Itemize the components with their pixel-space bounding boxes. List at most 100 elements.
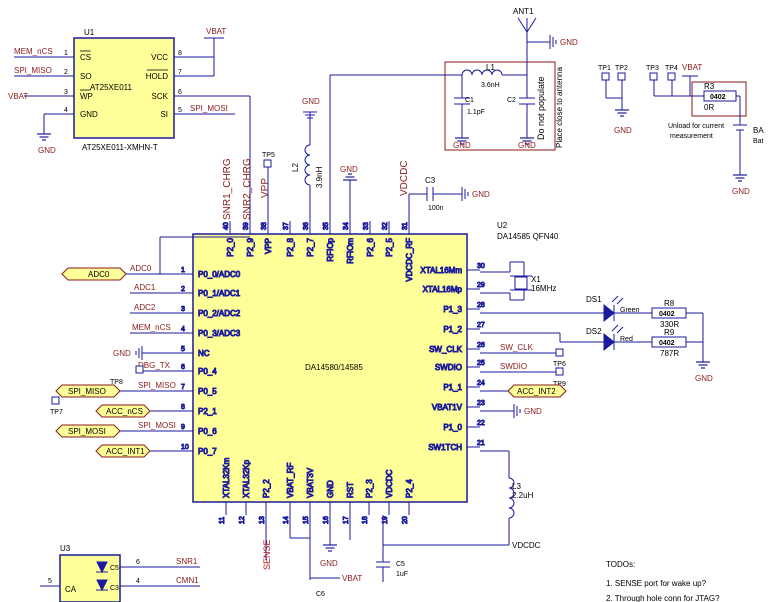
l2-ref: L2 [291, 163, 300, 172]
u2-pin-name: VDCDC_RF [405, 238, 414, 282]
u1-mem-ncs-net: MEM_nCS [14, 47, 53, 56]
u1-gnd-label: GND [38, 146, 56, 155]
u1-pin-number: 5 [178, 107, 182, 114]
u2-pin-number: 35 [323, 222, 330, 230]
u1-pin-name: GND [80, 110, 98, 119]
r8-pkg: 0402 [659, 311, 675, 318]
port-acc-ncs-label: ACC_nCS [106, 407, 143, 416]
u1-pin-name: SO [80, 72, 92, 81]
u1-pin-number: 6 [178, 89, 182, 96]
u2-pin-name: P1_2 [443, 325, 462, 334]
u2-pin-number: 6 [181, 364, 185, 371]
u2-pin-name: XTAL16Mp [423, 285, 463, 294]
u1-vbat-label: VBAT [206, 27, 226, 36]
u1-part-label: AT25XE011 [90, 83, 133, 92]
port-acc-ncs[interactable]: ACC_nCS [95, 404, 151, 418]
port-acc-int1[interactable]: ACC_INT1 [95, 444, 151, 458]
u3-designator: U3 [60, 544, 71, 553]
ds2-color: Red [620, 336, 633, 343]
u2-pin-number: 3 [181, 306, 185, 313]
u2-pin-number: 2 [181, 286, 185, 293]
u2-pin-number: 26 [477, 342, 485, 349]
u2-pin-name: P2_8 [286, 237, 295, 256]
u2-pin-name: P2_0 [226, 237, 235, 256]
c3-ref: C3 [425, 176, 436, 185]
u2-pin-name: P0_0/ADC0 [198, 270, 241, 279]
swd-nets [480, 348, 564, 418]
spi-mosi-net: SPI_MOSI [138, 421, 176, 430]
u1-pin-number: 1 [64, 50, 68, 57]
u2-pin-name: P0_3/ADC3 [198, 329, 241, 338]
u2-pin-name: P1_1 [443, 383, 462, 392]
snr1-net: SNR1 [176, 557, 198, 566]
todo-item-2: 2. Through hole conn for JTAG? [606, 594, 720, 602]
u2-pin-name: P2_2 [262, 479, 271, 498]
u2-pin-name: VPP [264, 238, 273, 254]
u2-pin-number: 8 [181, 404, 185, 411]
u2-pin-number: 25 [477, 360, 485, 367]
sw-clk-net: SW_CLK [500, 343, 534, 352]
todo-title: TODOs: [606, 560, 635, 569]
u2-pin-name: XTAL32Km [222, 457, 231, 498]
port-spi-miso[interactable]: SPI_MISO [55, 384, 121, 398]
u2-pin-name: P2_5 [385, 237, 394, 256]
u2-pin-number: 31 [402, 222, 409, 230]
u1-pin-number: 2 [64, 69, 68, 76]
ant-gnd-label: GND [560, 38, 578, 47]
u1-pin-number: 8 [178, 50, 182, 57]
u2-pin-number: 30 [477, 263, 485, 270]
u2-pin-name: P2_6 [366, 237, 375, 256]
led-gnd-label: GND [695, 374, 713, 383]
u2-pin-number: 11 [219, 517, 226, 524]
u2-pin-name: RFIOm [346, 238, 355, 264]
snr2-chrg-net: SNR2_CHRG [242, 158, 253, 220]
u1-pin-name: VCC [151, 53, 168, 62]
u2-pin-name: P1_0 [443, 423, 462, 432]
c5-value: 1uF [396, 571, 408, 578]
r9-ref: R9 [664, 328, 675, 337]
port-acc-int2[interactable]: ACC_INT2 [507, 384, 567, 398]
testpoint-tp8 [135, 365, 144, 374]
u2-pin-number: 34 [343, 222, 350, 230]
snr1-chrg-net: SNR1_CHRG [222, 158, 233, 220]
vbat1v-gnd-label: GND [524, 407, 542, 416]
u2-pin-name: VBAT_RF [286, 462, 295, 498]
u2-pin-number: 5 [181, 346, 185, 353]
ds2-ref: DS2 [586, 327, 602, 336]
dnp-note: Do not populate [536, 76, 546, 140]
u2-pin-number: 14 [283, 516, 290, 524]
port-spi-mosi[interactable]: SPI_MOSI [55, 424, 121, 438]
u2-pin-name: P2_9 [246, 237, 255, 256]
u3-c5-label: C5 [110, 565, 119, 572]
vdcdc-bottom-net: VDCDC [512, 541, 541, 550]
tp7-label: TP7 [50, 409, 63, 416]
u2-pin-number: 10 [181, 444, 189, 451]
c5-ref: C5 [396, 561, 405, 568]
c3-decoupling [408, 187, 469, 221]
r3-value: 0R [704, 103, 714, 112]
u2-pin-name: P1_3 [443, 305, 462, 314]
u2-pin-name: XTAL16Mm [420, 266, 462, 275]
u2-pin-name: P0_4 [198, 367, 217, 376]
u2-pin-name: P0_1/ADC1 [198, 289, 241, 298]
u2-pin-number: 40 [223, 222, 230, 230]
c3-gnd-label: GND [472, 190, 490, 199]
u2-part-label: DA14585 QFN40 [497, 232, 559, 241]
u1-spi-miso-net: SPI_MISO [14, 66, 52, 75]
u1-pin-number: 3 [64, 89, 68, 96]
u2-pin-number: 37 [283, 222, 290, 230]
tp8-label: TP8 [110, 379, 123, 386]
c2-gnd-label: GND [518, 141, 536, 150]
u2-pin-name: P0_7 [198, 447, 217, 456]
x1-ref: X1 [531, 275, 541, 284]
u2-pin-number: 21 [477, 440, 485, 447]
u2-pin-name: P2_1 [198, 407, 217, 416]
x1-value: 16MHz [531, 284, 556, 293]
inductor-l2 [303, 111, 317, 221]
u2-pin-name: P2_7 [306, 237, 315, 256]
u2-pin-number: 20 [402, 516, 409, 524]
u2-pin-number: 22 [477, 420, 485, 427]
c3-value: 100n [428, 205, 444, 212]
u2-pin-name: RFIOp [326, 237, 335, 261]
u2-pin-number: 23 [477, 400, 485, 407]
